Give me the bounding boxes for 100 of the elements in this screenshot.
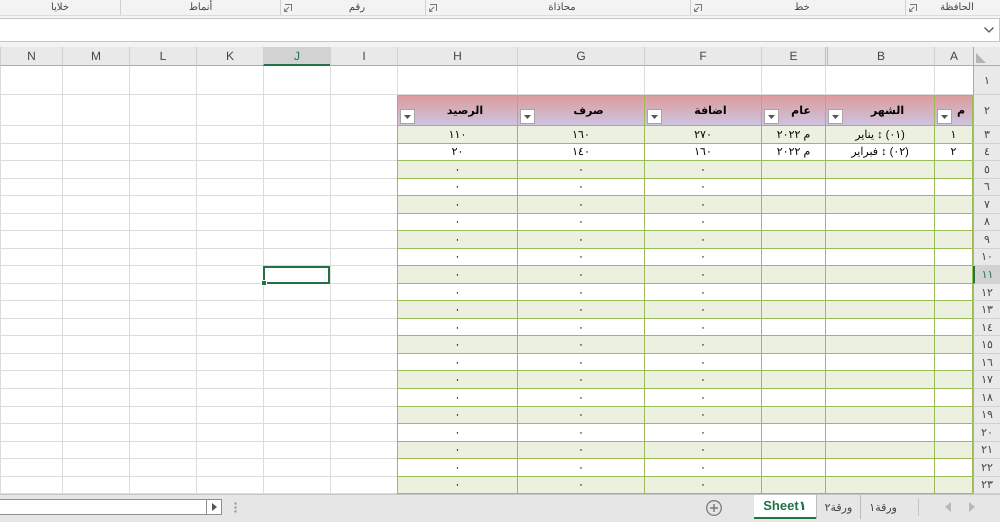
sheet-tab[interactable]: Sheet١	[754, 495, 816, 519]
row-header[interactable]: ١٦	[973, 354, 1000, 372]
table-cell: ٠	[517, 388, 644, 406]
column-header[interactable]: B	[825, 47, 934, 66]
grid-cell	[330, 196, 397, 214]
table-cell	[934, 459, 973, 477]
grid-cell	[263, 301, 330, 319]
grid-cell	[196, 336, 263, 354]
row-header[interactable]: ٧	[973, 196, 1000, 214]
column-header[interactable]: M	[62, 47, 129, 66]
dialog-launcher-icon[interactable]	[909, 4, 918, 12]
grid-cell	[330, 424, 397, 442]
column-header[interactable]: H	[397, 47, 517, 66]
column-header[interactable]: A	[934, 47, 973, 66]
table-cell: ٢٠	[397, 144, 517, 162]
row-header[interactable]: ٣	[973, 126, 1000, 144]
row-header[interactable]: ٨	[973, 214, 1000, 232]
plus-circle-icon[interactable]	[706, 500, 722, 516]
row-header[interactable]: ٦	[973, 178, 1000, 196]
sheet-tab[interactable]: ورقة١	[860, 495, 905, 519]
horizontal-scrollbar[interactable]	[0, 499, 222, 515]
filter-dropdown-button[interactable]	[520, 109, 535, 124]
row-header[interactable]: ٢١	[973, 442, 1000, 460]
grid-cell	[62, 354, 129, 372]
column-header[interactable]: L	[129, 47, 196, 66]
table-cell: ٠	[397, 354, 517, 372]
table-cell	[761, 459, 825, 477]
table-cell: ٠	[397, 196, 517, 214]
filter-dropdown-button[interactable]	[937, 109, 952, 124]
row-header[interactable]: ٢	[973, 95, 1000, 126]
row-header[interactable]: ١٧	[973, 371, 1000, 389]
grid-cell	[129, 301, 196, 319]
row-header[interactable]: ٥	[973, 161, 1000, 179]
grid-cell	[196, 301, 263, 319]
table-cell	[761, 178, 825, 196]
row-header[interactable]: ٩	[973, 231, 1000, 249]
active-cell[interactable]	[263, 266, 330, 284]
grid-cell	[330, 144, 397, 162]
ribbon-group-label: خط	[793, 1, 811, 15]
dialog-launcher-icon[interactable]	[284, 4, 292, 12]
table-cell	[934, 336, 973, 354]
table-cell	[761, 424, 825, 442]
column-header[interactable]: F	[644, 47, 761, 66]
column-header[interactable]: K	[196, 47, 263, 66]
table-cell: (٠٢) ↕ فبراير	[825, 144, 934, 162]
table-cell: ٠	[644, 248, 761, 266]
row-header[interactable]: ١٠	[973, 248, 1000, 266]
column-header[interactable]: I	[330, 47, 397, 66]
column-header[interactable]: N	[0, 47, 62, 66]
column-header[interactable]: G	[517, 47, 644, 66]
fill-handle[interactable]	[261, 280, 267, 286]
row-header[interactable]: ١٣	[973, 301, 1000, 319]
ribbon-group-label: الحافظة	[939, 1, 975, 15]
grid-cell	[196, 388, 263, 406]
ribbon-group-label: خلايا	[50, 1, 70, 15]
row-header[interactable]: ١٢	[973, 284, 1000, 302]
grid-cell	[62, 284, 129, 302]
row-header[interactable]: ١	[973, 66, 1000, 95]
row-header[interactable]: ١٨	[973, 388, 1000, 406]
filter-dropdown-button[interactable]	[828, 109, 843, 124]
table-cell: ٠	[644, 266, 761, 284]
table-cell: ٠	[644, 214, 761, 232]
grid-cell	[129, 248, 196, 266]
grid-cell	[330, 231, 397, 249]
filter-dropdown-button[interactable]	[400, 109, 415, 124]
caret-down-icon	[651, 114, 658, 118]
row-header[interactable]: ١٥	[973, 336, 1000, 354]
column-header[interactable]: J	[263, 47, 330, 66]
table-cell: ٢	[934, 144, 973, 162]
table-cell	[761, 371, 825, 389]
filter-dropdown-button[interactable]	[647, 109, 662, 124]
grid-cell	[62, 66, 129, 95]
column-header[interactable]: E	[761, 47, 825, 66]
row-header[interactable]: ٤	[973, 144, 1000, 162]
grid-cell	[330, 126, 397, 144]
grid-cell	[62, 126, 129, 144]
row-header[interactable]: ٢٠	[973, 424, 1000, 442]
grid-cell	[129, 424, 196, 442]
table-cell	[761, 354, 825, 372]
grid-cell	[196, 318, 263, 336]
row-header[interactable]: ١١	[973, 266, 1000, 284]
grid-cell	[263, 318, 330, 336]
grid-cell	[129, 388, 196, 406]
grid-cell	[330, 459, 397, 477]
chevron-down-icon[interactable]	[984, 27, 994, 33]
row-header[interactable]: ٢٣	[973, 476, 1000, 494]
splitter-handle-icon[interactable]	[234, 502, 237, 513]
column-title: عام	[790, 104, 812, 116]
dialog-launcher-icon[interactable]	[694, 4, 702, 12]
filter-dropdown-button[interactable]	[764, 109, 779, 124]
grid-cell	[330, 318, 397, 336]
grid-cell	[0, 66, 62, 95]
grid-cell	[0, 126, 62, 144]
formula-bar-field[interactable]	[0, 18, 1000, 42]
row-header[interactable]: ١٤	[973, 318, 1000, 336]
row-header[interactable]: ١٩	[973, 406, 1000, 424]
table-cell: ٠	[517, 476, 644, 494]
grid-cell	[263, 231, 330, 249]
row-header[interactable]: ٢٢	[973, 459, 1000, 477]
dialog-launcher-icon[interactable]	[429, 4, 437, 12]
